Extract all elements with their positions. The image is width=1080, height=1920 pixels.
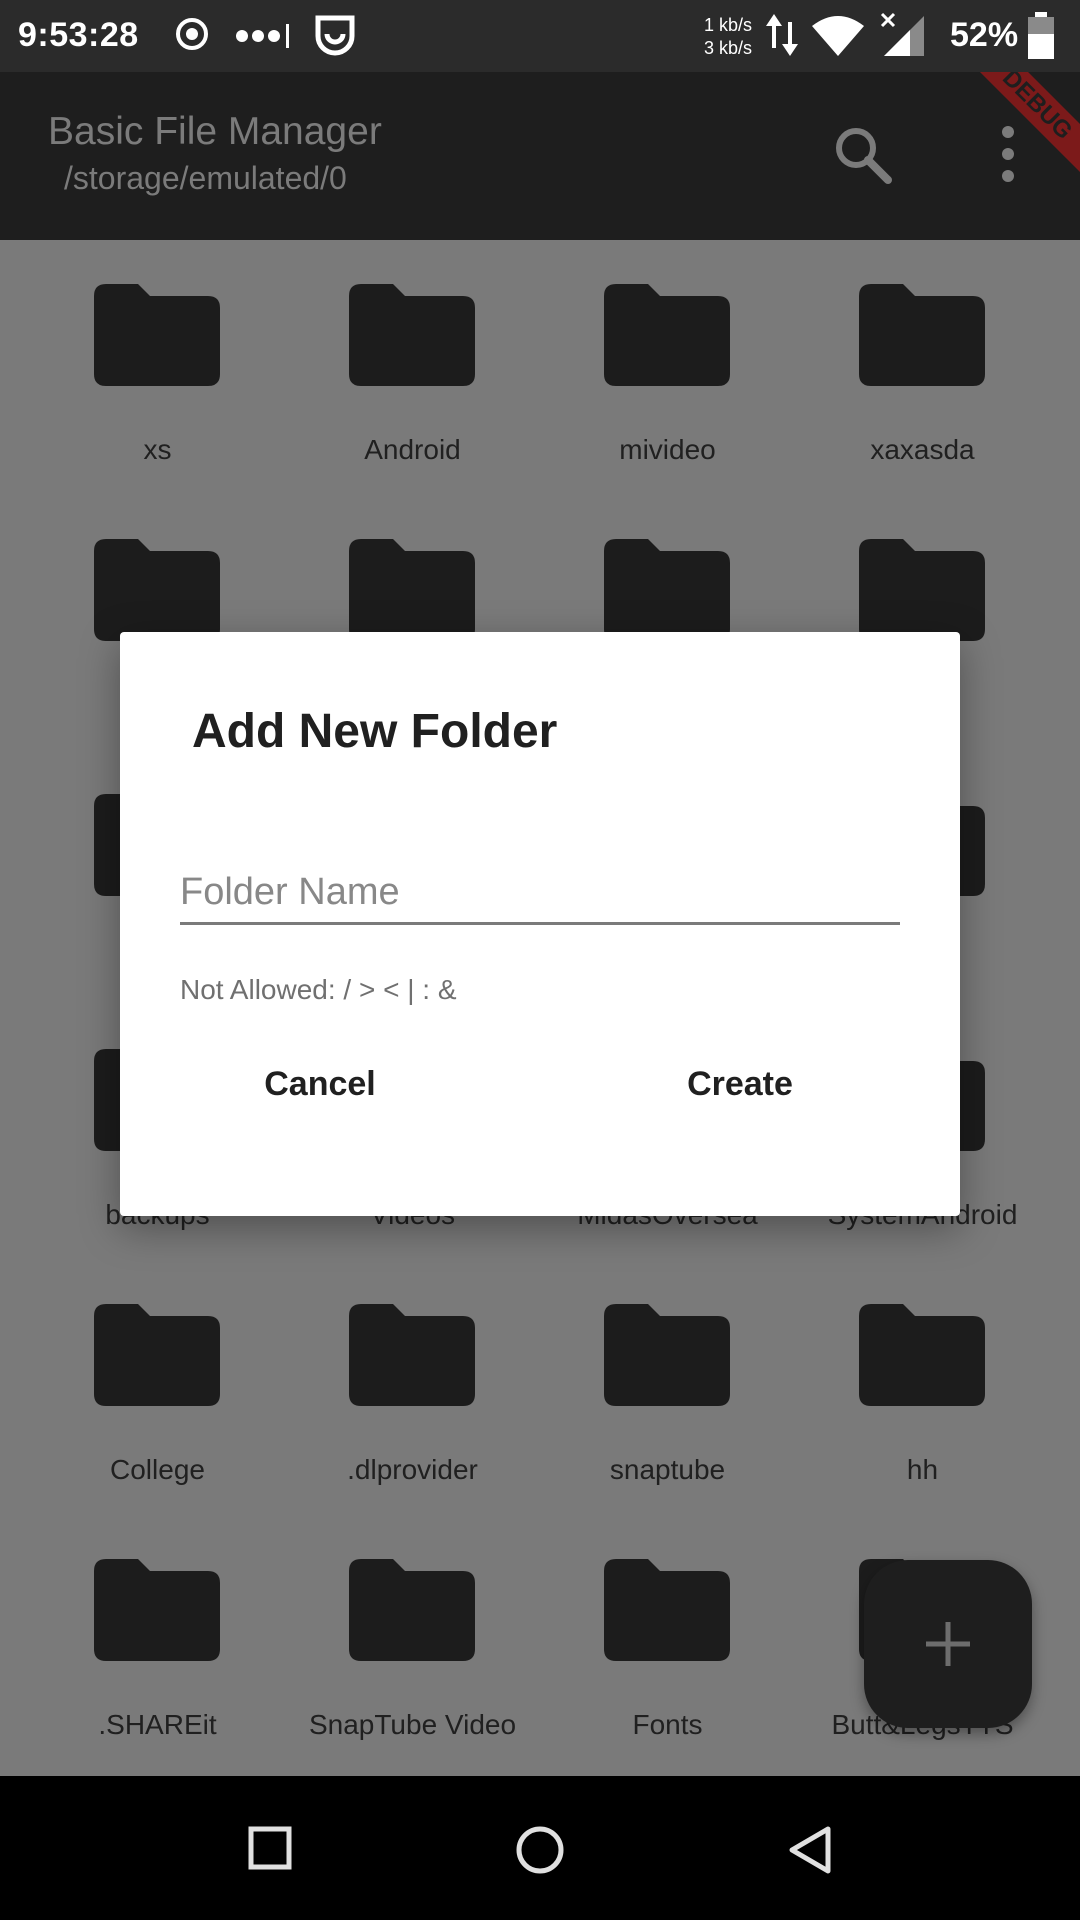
folder-item[interactable]: snaptube [540,1260,795,1515]
battery-icon [1026,12,1056,69]
folder-icon [604,539,730,641]
folder-name: xs [143,434,172,465]
folder-icon [859,1304,985,1406]
folder-name: hh [906,1454,939,1485]
folder-item[interactable]: xs [30,240,285,495]
folder-icon [94,284,220,386]
folder-icon [604,1559,730,1661]
home-icon[interactable] [514,1824,566,1881]
add-folder-fab[interactable] [864,1560,1032,1728]
app-bar: Basic File Manager /storage/emulated/0 D… [0,72,1080,240]
folder-item[interactable]: .SHAREit [30,1515,285,1770]
folder-name: SnapTube Video [308,1709,517,1740]
folder-name: snaptube [609,1454,726,1485]
speed-up-text: 1 kb/s [704,15,753,35]
recents-icon[interactable] [246,1824,294,1877]
speed-down-text: 3 kb/s [704,38,753,58]
folder-name: .SHAREit [98,1709,217,1740]
status-time: 9:53:28 [18,16,139,54]
current-path: /storage/emulated/0 [64,160,347,196]
wifi-icon [810,14,866,67]
folder-icon [349,539,475,641]
folder-icon [349,1559,475,1661]
folder-name: College [110,1454,205,1485]
folder-icon [604,1304,730,1406]
cell-signal-icon [880,12,930,67]
cancel-button[interactable]: Cancel [200,1048,440,1120]
folder-icon [859,284,985,386]
signal-dots-icon [234,18,294,63]
folder-icon [94,1304,220,1406]
nav-bar [0,1776,1080,1920]
folder-item[interactable]: College [30,1260,285,1515]
folder-item[interactable]: Fonts [540,1515,795,1770]
folder-icon [604,284,730,386]
data-transfer-icon [764,10,800,69]
folder-icon [94,1559,220,1661]
folder-name: Fonts [632,1709,703,1740]
helper-text: Not Allowed: / > < | : & [180,974,457,1005]
folder-item[interactable]: SnapTube Video [285,1515,540,1770]
status-bar: 9:53:28 1 kb/s 3 kb/s 52% [0,0,1080,72]
network-speed: 1 kb/s 3 kb/s [704,14,752,60]
folder-item[interactable]: xaxasda [795,240,1050,495]
folder-icon [349,284,475,386]
folder-name: xaxasda [870,434,975,465]
record-icon [170,12,214,65]
battery-percent: 52% [950,16,1019,54]
folder-item[interactable]: Android [285,240,540,495]
plus-icon [922,1618,974,1675]
folder-item[interactable]: .dlprovider [285,1260,540,1515]
folder-icon [859,539,985,641]
folder-name: Android [364,434,461,465]
app-title: Basic File Manager [48,110,382,153]
more-vert-icon[interactable] [990,122,1026,191]
folder-icon [349,1304,475,1406]
folder-item[interactable]: mivideo [540,240,795,495]
create-button[interactable]: Create [620,1048,860,1120]
folder-icon [94,539,220,641]
folder-name: mivideo [619,434,716,465]
shield-app-icon [312,12,358,67]
dialog-title: Add New Folder [192,705,558,758]
back-icon[interactable] [786,1824,834,1881]
add-folder-dialog: Add New Folder Not Allowed: / > < | : & … [120,632,960,1216]
folder-name: .dlprovider [347,1454,478,1485]
folder-item[interactable]: hh [795,1260,1050,1515]
folder-name-input[interactable] [180,862,900,925]
search-icon[interactable] [830,122,894,191]
